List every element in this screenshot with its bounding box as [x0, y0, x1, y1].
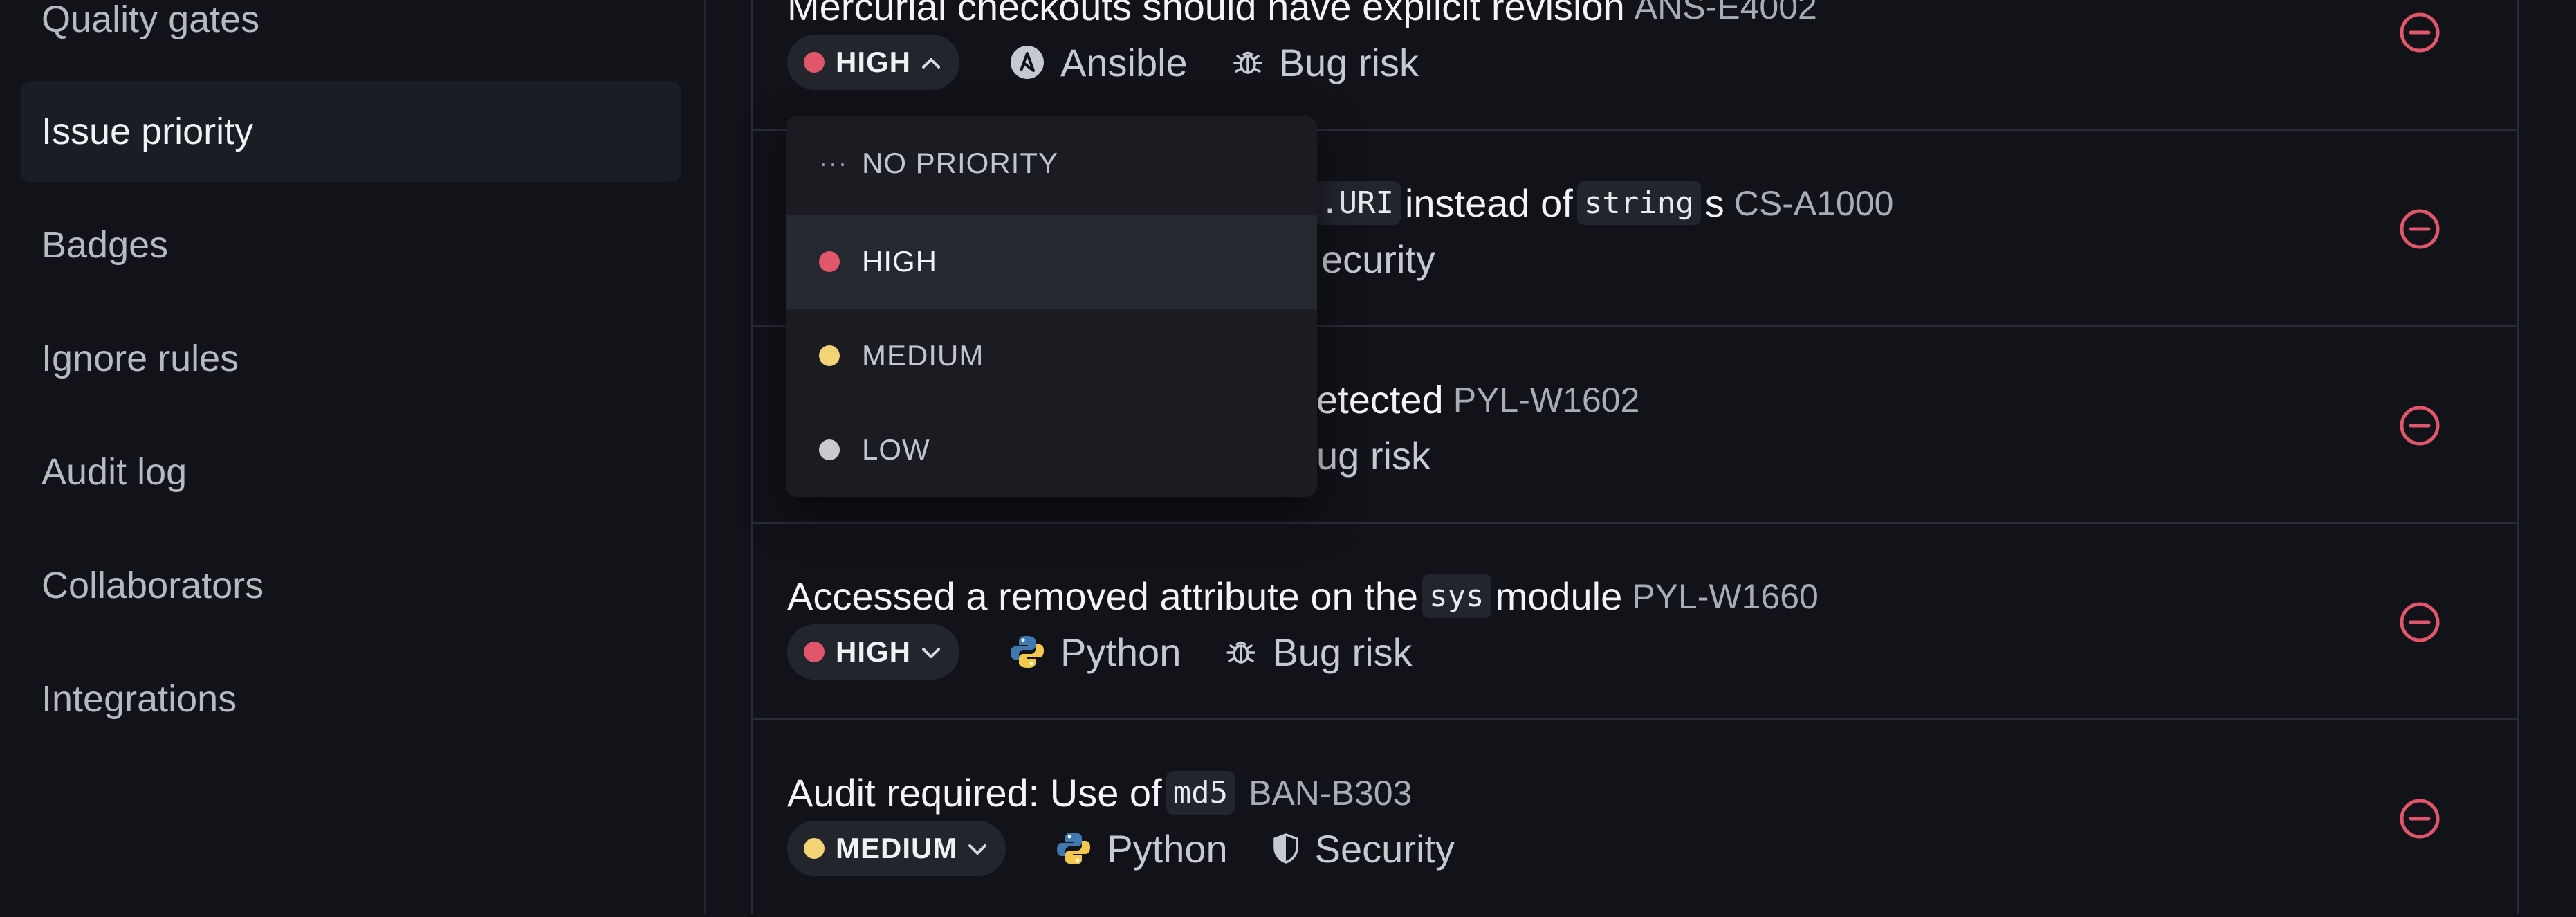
- remove-priority-button[interactable]: [2399, 208, 2440, 250]
- minus-circle-icon: [2400, 602, 2440, 642]
- chevron-down-icon: [921, 639, 941, 665]
- issue-title-text: Mercurial checkouts should have explicit…: [787, 0, 1625, 28]
- settings-sidebar: Quality gates Issue priority Badges Igno…: [0, 0, 706, 914]
- rule-id: PYL-W1660: [1632, 576, 1819, 616]
- sidebar-item-label: Ignore rules: [42, 338, 239, 379]
- sidebar-item-integrations[interactable]: Integrations: [21, 648, 681, 750]
- sidebar-item-ignore-rules[interactable]: Ignore rules: [21, 308, 681, 409]
- priority-dot: [804, 838, 825, 859]
- ansible-icon: [1009, 44, 1045, 80]
- category-label: ug risk: [1316, 433, 1430, 478]
- priority-label: MEDIUM: [836, 832, 958, 864]
- rule-id: PYL-W1602: [1453, 380, 1640, 419]
- issue-title: Accessed a removed attribute on the sys …: [787, 574, 1819, 619]
- issue-title-text: Audit required: Use of: [787, 771, 1162, 815]
- issue-title: .URI instead of string s CS-A1000: [1309, 181, 1893, 226]
- issue-row: Audit required: Use of md5 BAN-B303 MEDI…: [753, 720, 2517, 917]
- sidebar-item-label: Quality gates: [42, 0, 260, 40]
- chevron-up-icon: [921, 50, 941, 75]
- inline-code: md5: [1166, 771, 1235, 815]
- priority-option-label: MEDIUM: [862, 339, 984, 372]
- sidebar-item-label: Audit log: [42, 451, 187, 493]
- category-label: Bug risk: [1278, 40, 1419, 84]
- minus-circle-icon: [2400, 209, 2440, 249]
- issue-meta: HIGH Python Bug risk: [787, 623, 1413, 681]
- bug-icon: [1232, 46, 1264, 78]
- priority-option-label: HIGH: [862, 245, 937, 278]
- python-icon: [1009, 634, 1045, 670]
- issue-title: Mercurial checkouts should have explicit…: [787, 0, 1817, 29]
- issue-title-text: module: [1495, 574, 1623, 618]
- rule-id: ANS-E4002: [1634, 0, 1817, 26]
- issue-title: etected PYL-W1602: [1316, 377, 1639, 422]
- remove-priority-button[interactable]: [2399, 405, 2440, 446]
- minus-circle-icon: [2400, 406, 2440, 446]
- language-tag: Python: [1009, 630, 1181, 675]
- issue-title-text: s: [1704, 181, 1724, 225]
- issue-title-text: etected: [1316, 378, 1444, 421]
- issue-row: Accessed a removed attribute on the sys …: [753, 524, 2517, 720]
- issue-meta: MEDIUM Python Security: [787, 819, 1455, 878]
- priority-option-label: NO PRIORITY: [862, 147, 1059, 179]
- priority-label: HIGH: [836, 46, 911, 78]
- priority-dot: [819, 439, 840, 460]
- sidebar-item-collaborators[interactable]: Collaborators: [21, 535, 681, 636]
- priority-badge[interactable]: MEDIUM: [787, 821, 1006, 876]
- priority-label: HIGH: [836, 635, 911, 668]
- issue-title: Audit required: Use of md5 BAN-B303: [787, 770, 1412, 815]
- chevron-down-icon: [967, 836, 988, 862]
- language-label: Ansible: [1060, 40, 1188, 84]
- priority-dot: [819, 251, 840, 272]
- language-label: Python: [1060, 630, 1181, 674]
- remove-priority-button[interactable]: [2399, 798, 2440, 839]
- sidebar-item-label: Collaborators: [42, 565, 264, 606]
- minus-circle-icon: [2400, 12, 2440, 53]
- priority-option-high[interactable]: HIGH: [786, 215, 1317, 309]
- category-tag: Bug risk: [1225, 630, 1413, 675]
- language-tag: Ansible: [1009, 40, 1188, 85]
- priority-option-none[interactable]: ··· NO PRIORITY: [786, 116, 1317, 210]
- category-label: ecurity: [1321, 237, 1435, 281]
- priority-dot: [819, 345, 840, 366]
- priority-option-label: LOW: [862, 433, 930, 466]
- inline-code: string: [1576, 181, 1701, 225]
- minus-circle-icon: [2400, 799, 2440, 839]
- language-label: Python: [1107, 826, 1228, 871]
- category-label: Bug risk: [1272, 630, 1413, 674]
- category-tag: Security: [1272, 826, 1455, 871]
- priority-option-low[interactable]: LOW: [786, 403, 1317, 497]
- priority-option-medium[interactable]: MEDIUM: [786, 309, 1317, 403]
- issue-meta: ug risk: [1316, 426, 1430, 484]
- issue-title-text: instead of: [1404, 181, 1573, 225]
- issue-row: Mercurial checkouts should have explicit…: [753, 0, 2517, 131]
- ellipsis-icon: ···: [819, 149, 848, 177]
- sidebar-item-label: Badges: [42, 224, 169, 266]
- python-icon: [1056, 830, 1092, 866]
- rule-id: BAN-B303: [1249, 773, 1413, 812]
- priority-badge[interactable]: HIGH: [787, 624, 959, 680]
- remove-priority-button[interactable]: [2399, 601, 2440, 643]
- category-tag: ug risk: [1316, 433, 1430, 478]
- bug-icon: [1225, 636, 1257, 668]
- inline-code: .URI: [1314, 181, 1401, 225]
- sidebar-item-quality-gates[interactable]: Quality gates: [21, 0, 681, 70]
- issue-title-text: Accessed a removed attribute on the: [787, 574, 1419, 618]
- priority-badge[interactable]: HIGH: [787, 35, 959, 90]
- sidebar-item-audit-log[interactable]: Audit log: [21, 421, 681, 523]
- priority-dot: [804, 642, 825, 662]
- priority-dot: [804, 52, 825, 73]
- inline-code: sys: [1422, 574, 1491, 618]
- category-tag: Bug risk: [1232, 40, 1419, 85]
- shield-icon: [1272, 833, 1300, 864]
- category-label: Security: [1314, 826, 1455, 871]
- sidebar-item-issue-priority[interactable]: Issue priority: [21, 81, 681, 182]
- remove-priority-button[interactable]: [2399, 12, 2440, 53]
- issue-meta: HIGH Ansible Bug risk: [787, 33, 1419, 91]
- priority-dropdown-menu: ··· NO PRIORITY HIGH MEDIUM LOW: [786, 116, 1317, 497]
- sidebar-item-label: Issue priority: [42, 111, 254, 152]
- language-tag: Python: [1056, 826, 1228, 871]
- sidebar-item-badges[interactable]: Badges: [21, 194, 681, 296]
- rule-id: CS-A1000: [1733, 183, 1894, 223]
- sidebar-item-label: Integrations: [42, 678, 237, 720]
